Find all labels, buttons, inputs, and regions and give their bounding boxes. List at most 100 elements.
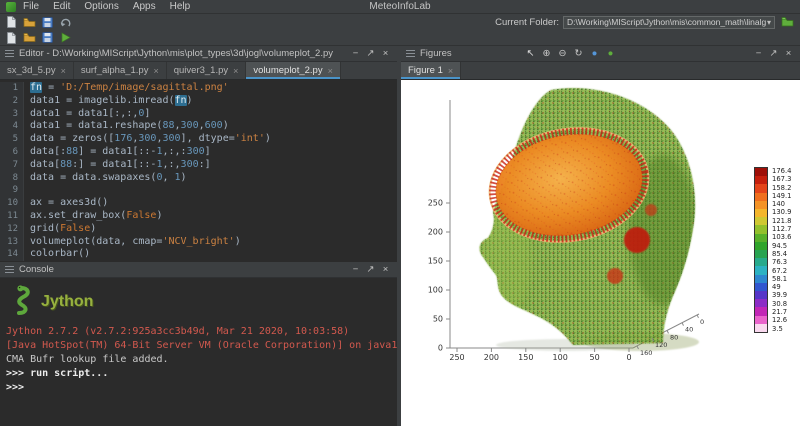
open-folder-icon[interactable] [21,31,37,44]
new-file-icon[interactable] [3,31,19,44]
editor-title: Editor - D:\Working\MIScript\Jython\mis\… [19,48,344,59]
menu-options[interactable]: Options [77,1,125,12]
code-line[interactable]: 9 [0,184,397,197]
minimize-icon[interactable]: − [349,48,362,60]
console-line: CMA Bufr lookup file added. [6,353,391,367]
minimize-icon[interactable]: − [752,48,765,60]
code-line[interactable]: 11ax.set_draw_box(False) [0,210,397,223]
code-text: data = data.swapaxes(0, 1) [24,172,187,185]
colorbar-segment [755,217,767,225]
tab-close-icon[interactable]: × [328,66,333,76]
open-folder-icon[interactable] [21,16,37,29]
rotate-icon[interactable]: ↻ [572,48,585,60]
undo-icon[interactable] [57,16,73,29]
caret-down-icon[interactable]: ▾ [767,18,771,27]
colorbar-tick-label: 58.1 [772,276,787,283]
y-tick-label: 100 [428,286,443,295]
code-text: data[:88] = data1[::-1,:,:300] [24,146,211,159]
new-file-icon[interactable] [3,16,19,29]
identify-icon[interactable]: ● [604,48,617,60]
close-icon[interactable]: × [379,264,392,276]
colorbar-tick-label: 85.4 [772,251,787,258]
menu-apps[interactable]: Apps [126,1,163,12]
figure-tab[interactable]: Figure 1 × [401,62,461,79]
zoom-out-icon[interactable]: ⊖ [556,48,569,60]
jython-snake-icon [8,284,34,319]
tab-close-icon[interactable]: × [61,66,66,76]
menu-help[interactable]: Help [163,1,198,12]
tab-close-icon[interactable]: × [233,66,238,76]
minimize-icon[interactable]: − [349,264,362,276]
code-line[interactable]: 7data[88:] = data1[::-1,:,300:] [0,159,397,172]
code-line[interactable]: 5data = zeros([176,300,300], dtype='int'… [0,133,397,146]
y-tick-label: 0 [438,344,443,353]
panel-grip-icon [406,50,415,57]
float-icon[interactable]: ↗ [767,48,780,60]
code-text [24,184,30,197]
line-number: 8 [0,172,24,185]
console-line: >>> run script... [6,367,391,381]
colorbar-segment [755,324,767,332]
code-editor[interactable]: 1fn = 'D:/Temp/image/sagittal.png'2data1… [0,80,397,262]
code-line[interactable]: 3data1 = data1[:,:,0] [0,108,397,121]
code-line[interactable]: 2data1 = imagelib.imread(fn) [0,95,397,108]
colorbar-segment [755,209,767,217]
figure-tabs: Figure 1 × [401,62,800,80]
code-line[interactable]: 1fn = 'D:/Temp/image/sagittal.png' [0,82,397,95]
line-number: 5 [0,133,24,146]
line-number: 12 [0,223,24,236]
jython-logo: Jython [6,282,391,325]
colorbar-segment [755,250,767,258]
figures-header: Figures ↖⊕⊖↻●● −↗× [401,46,800,62]
close-icon[interactable]: × [782,48,795,60]
colorbar-tick-label: 121.8 [772,218,791,225]
colorbar-segment [755,299,767,307]
code-line[interactable]: 12grid(False) [0,223,397,236]
menu-bar: FileEditOptionsAppsHelp MeteoInfoLab [0,0,800,14]
x-tick-label: 0 [626,353,631,362]
zoom-in-icon[interactable]: ⊕ [540,48,553,60]
float-icon[interactable]: ↗ [364,264,377,276]
select-cursor-icon[interactable]: ↖ [524,48,537,60]
tab-close-icon[interactable]: × [153,66,158,76]
code-line[interactable]: 6data[:88] = data1[::-1,:,:300] [0,146,397,159]
colorbar-segment [755,258,767,266]
code-line[interactable]: 14colorbar() [0,248,397,261]
close-icon[interactable]: × [379,48,392,60]
code-line[interactable]: 10ax = axes3d() [0,197,397,210]
editor-tab[interactable]: sx_3d_5.py × [0,62,74,79]
editor-tab-label: sx_3d_5.py [7,65,56,76]
code-text: volumeplot(data, cmap='NCV_bright') [24,236,241,249]
float-icon[interactable]: ↗ [364,48,377,60]
editor-tab[interactable]: surf_alpha_1.py× [74,62,167,79]
line-number: 3 [0,108,24,121]
editor-tab-label: quiver3_1.py [174,65,228,76]
figure-canvas[interactable]: 0501001502002502502001501005001601208040… [401,80,800,426]
colorbar-tick-label: 67.2 [772,268,787,275]
menu-edit[interactable]: Edit [46,1,77,12]
line-number: 6 [0,146,24,159]
volume-plot[interactable]: 0501001502002502502001501005001601208040… [401,80,800,426]
code-line[interactable]: 8data = data.swapaxes(0, 1) [0,172,397,185]
editor-tab[interactable]: quiver3_1.py × [167,62,247,79]
editor-tab[interactable]: volumeplot_2.py× [246,62,340,79]
toolbar-row-2 [0,30,800,46]
save-icon[interactable] [39,31,55,44]
colorbar-tick-label: 21.7 [772,309,787,316]
code-line[interactable]: 4data1 = data1.reshape(88,300,600) [0,120,397,133]
save-icon[interactable] [39,16,55,29]
colorbar-tick-label: 49 [772,284,781,291]
run-icon[interactable] [57,31,73,44]
open-folder-green-icon[interactable] [779,16,795,29]
line-number: 14 [0,248,24,261]
current-folder-combobox[interactable]: D:\Working\MIScript\Jython\mis\common_ma… [563,16,775,29]
code-text: grid(False) [24,223,96,236]
tab-close-icon[interactable]: × [448,66,453,76]
console-panel: Console −↗× Jython Jython 2.7.2 (v2.7.2:… [0,262,397,426]
console-header: Console −↗× [0,262,397,278]
menu-file[interactable]: File [16,1,46,12]
globe-icon[interactable]: ● [588,48,601,60]
code-line[interactable]: 13volumeplot(data, cmap='NCV_bright') [0,236,397,249]
colorbar-segment [755,168,767,176]
console-output[interactable]: Jython Jython 2.7.2 (v2.7.2:925a3cc3b49d… [0,278,397,426]
